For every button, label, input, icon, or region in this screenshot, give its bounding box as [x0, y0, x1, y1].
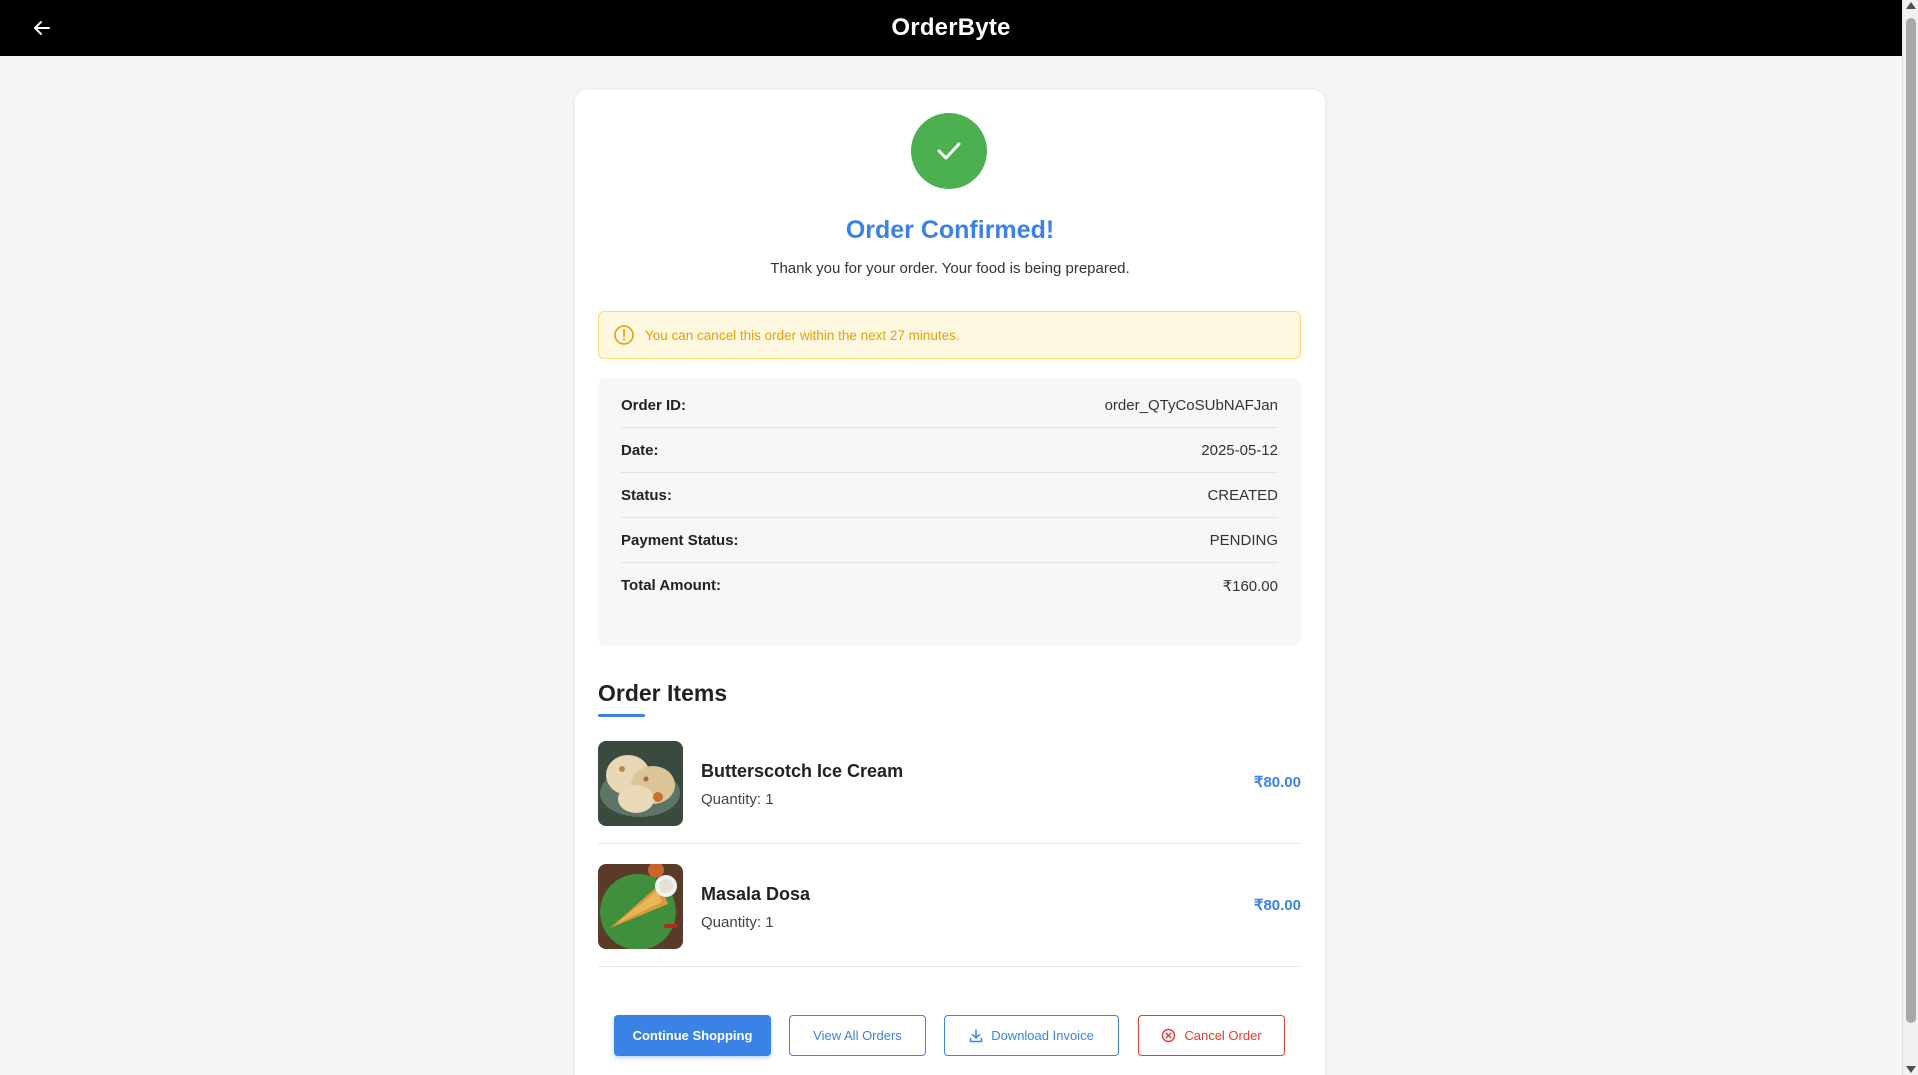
item-thumbnail [598, 741, 683, 826]
cancel-circle-icon [1161, 1028, 1176, 1043]
view-all-orders-label: View All Orders [813, 1028, 902, 1043]
download-invoice-button[interactable]: Download Invoice [944, 1015, 1119, 1056]
item-name: Butterscotch Ice Cream [701, 761, 904, 781]
app-header: OrderByte [0, 0, 1902, 56]
arrow-left-icon [34, 21, 50, 35]
detail-row-payment-status: Payment Status: PENDING [621, 518, 1278, 563]
date-value: 2025-05-12 [1201, 441, 1278, 459]
detail-label: Order ID: [621, 396, 687, 414]
order-details-panel: Order ID: order_QTyCoSUbNAFJan Date: 202… [598, 378, 1301, 646]
alert-text: You can cancel this order within the nex… [645, 327, 960, 343]
detail-row-total-amount: Total Amount: ₹160.00 [621, 563, 1278, 608]
scroll-thumb[interactable] [1906, 18, 1916, 1023]
cancel-order-label: Cancel Order [1184, 1028, 1262, 1043]
check-icon [937, 142, 961, 160]
view-all-orders-button[interactable]: View All Orders [789, 1015, 926, 1056]
detail-row-date: Date: 2025-05-12 [621, 428, 1278, 473]
item-name: Masala Dosa [701, 884, 811, 904]
success-badge [911, 113, 987, 189]
item-thumbnail [598, 864, 683, 949]
payment-status-value: PENDING [1209, 531, 1278, 549]
item-price: ₹80.00 [1253, 774, 1301, 791]
detail-label: Status: [621, 486, 672, 504]
scroll-up-arrow-icon[interactable] [1906, 2, 1916, 9]
scroll-down-arrow-icon[interactable] [1906, 1066, 1916, 1073]
detail-label: Total Amount: [621, 577, 721, 594]
continue-shopping-button[interactable]: Continue Shopping [614, 1015, 771, 1056]
download-icon [969, 1028, 983, 1043]
item-quantity: Quantity: 1 [701, 791, 774, 808]
order-item: Butterscotch Ice Cream Quantity: 1 ₹80.0… [598, 721, 1301, 844]
order-confirmation-card: Order Confirmed! Thank you for your orde… [575, 90, 1325, 1075]
cancel-window-alert: You can cancel this order within the nex… [598, 311, 1301, 359]
detail-label: Date: [621, 441, 659, 459]
brand-title: OrderByte [891, 14, 1011, 41]
confirmation-message: Thank you for your order. Your food is b… [770, 260, 1130, 277]
continue-shopping-label: Continue Shopping [632, 1028, 753, 1043]
detail-label: Payment Status: [621, 531, 739, 549]
order-id-value: order_QTyCoSUbNAFJan [1104, 396, 1278, 414]
cancel-order-button[interactable]: Cancel Order [1138, 1015, 1285, 1056]
total-amount-value: ₹160.00 [1222, 577, 1278, 595]
status-value: CREATED [1207, 486, 1278, 504]
detail-row-status: Status: CREATED [621, 473, 1278, 518]
heading-underline [598, 714, 645, 717]
detail-row-order-id: Order ID: order_QTyCoSUbNAFJan [621, 383, 1278, 428]
order-items-heading: Order Items [598, 680, 728, 706]
item-price: ₹80.00 [1253, 897, 1301, 914]
info-circle-icon [613, 324, 635, 346]
order-item: Masala Dosa Quantity: 1 ₹80.00 [598, 844, 1301, 967]
item-quantity: Quantity: 1 [701, 914, 774, 931]
back-button[interactable] [28, 14, 56, 42]
confirmation-title: Order Confirmed! [845, 216, 1055, 244]
page-scrollbar[interactable] [1902, 0, 1918, 1075]
download-invoice-label: Download Invoice [991, 1028, 1094, 1043]
